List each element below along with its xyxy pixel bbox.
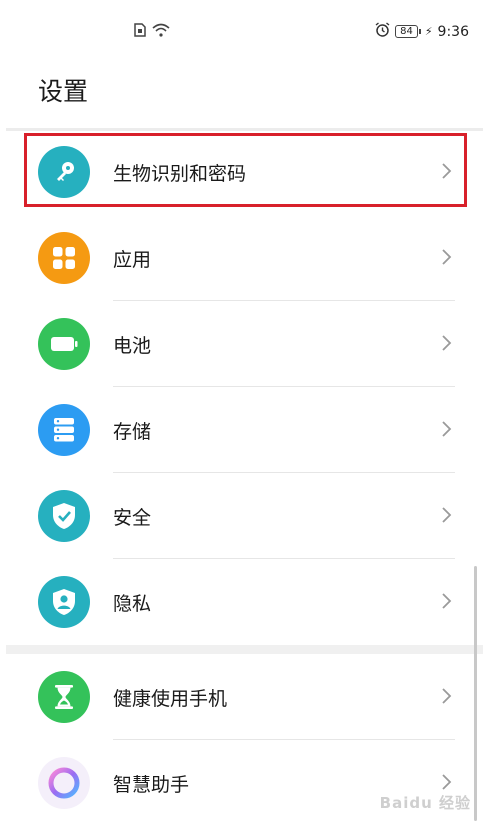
settings-item-privacy[interactable]: 隐私 [0, 559, 489, 645]
page-title: 设置 [38, 77, 89, 106]
chevron-right-icon [436, 772, 456, 792]
hourglass-icon [38, 671, 90, 723]
settings-item-label: 智慧助手 [113, 774, 190, 796]
battery-indicator: 84 [395, 25, 421, 38]
chevron-right-icon [436, 591, 456, 611]
sim-icon [134, 22, 146, 41]
chevron-right-icon [436, 686, 456, 706]
assistant-ring-icon [38, 757, 90, 809]
status-right-icons: 84 ⚡ 9:36 [375, 22, 469, 41]
storage-icon [38, 404, 90, 456]
settings-item-label: 健康使用手机 [113, 688, 228, 710]
apps-grid-icon [38, 232, 90, 284]
highlight-annotation [24, 133, 467, 207]
privacy-icon [38, 576, 90, 628]
chevron-right-icon [436, 247, 456, 267]
settings-item-label: 存储 [113, 421, 152, 443]
battery-icon [38, 318, 90, 370]
settings-item-storage[interactable]: 存储 [0, 387, 489, 473]
settings-item-smart-assistant[interactable]: 智慧助手 [0, 740, 489, 826]
chevron-right-icon [436, 419, 456, 439]
charging-icon: ⚡ [424, 25, 433, 38]
alarm-icon [375, 22, 390, 41]
clock-time: 9:36 [437, 23, 469, 40]
settings-item-label: 安全 [113, 507, 152, 529]
shield-check-icon [38, 490, 90, 542]
settings-item-label: 隐私 [113, 593, 152, 615]
settings-item-apps[interactable]: 应用 [0, 215, 489, 301]
chevron-right-icon [436, 333, 456, 353]
status-left-icons [134, 22, 170, 41]
settings-item-digital-balance[interactable]: 健康使用手机 [0, 654, 489, 740]
section-divider [6, 645, 483, 654]
status-bar: 84 ⚡ 9:36 [0, 0, 489, 60]
chevron-right-icon [436, 505, 456, 525]
settings-item-label: 电池 [113, 335, 152, 357]
scrollbar[interactable] [474, 566, 477, 821]
settings-item-label: 应用 [113, 249, 152, 271]
settings-item-security[interactable]: 安全 [0, 473, 489, 559]
baidu-watermark: Baidu 经验 [379, 794, 471, 812]
settings-item-battery[interactable]: 电池 [0, 301, 489, 387]
wifi-icon [152, 22, 170, 41]
